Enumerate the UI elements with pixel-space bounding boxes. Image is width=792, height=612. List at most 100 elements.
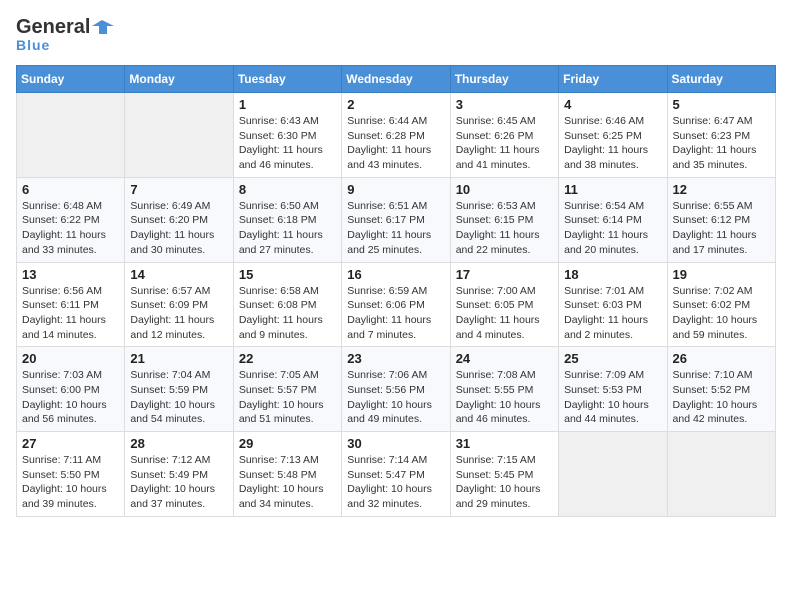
- sunrise-label: Sunrise: 6:54 AM: [564, 200, 644, 212]
- daylight-label: Daylight: 10 hours and 59 minutes.: [673, 314, 758, 341]
- day-number: 27: [22, 436, 119, 451]
- sunset-label: Sunset: 5:59 PM: [130, 384, 208, 396]
- day-number: 14: [130, 267, 227, 282]
- sunset-label: Sunset: 6:15 PM: [456, 214, 534, 226]
- calendar-cell: 12 Sunrise: 6:55 AM Sunset: 6:12 PM Dayl…: [667, 177, 775, 262]
- day-info: Sunrise: 6:54 AM Sunset: 6:14 PM Dayligh…: [564, 199, 661, 258]
- calendar-cell: [559, 432, 667, 517]
- calendar-cell: 13 Sunrise: 6:56 AM Sunset: 6:11 PM Dayl…: [17, 262, 125, 347]
- daylight-label: Daylight: 11 hours and 25 minutes.: [347, 229, 431, 256]
- day-number: 30: [347, 436, 444, 451]
- sunrise-label: Sunrise: 6:57 AM: [130, 285, 210, 297]
- day-number: 12: [673, 182, 770, 197]
- day-info: Sunrise: 7:09 AM Sunset: 5:53 PM Dayligh…: [564, 368, 661, 427]
- sunset-label: Sunset: 6:14 PM: [564, 214, 642, 226]
- day-number: 11: [564, 182, 661, 197]
- calendar-cell: 21 Sunrise: 7:04 AM Sunset: 5:59 PM Dayl…: [125, 347, 233, 432]
- sunrise-label: Sunrise: 7:04 AM: [130, 369, 210, 381]
- sunset-label: Sunset: 6:06 PM: [347, 299, 425, 311]
- day-number: 20: [22, 351, 119, 366]
- sunset-label: Sunset: 6:23 PM: [673, 130, 751, 142]
- sunrise-label: Sunrise: 7:10 AM: [673, 369, 753, 381]
- day-number: 26: [673, 351, 770, 366]
- daylight-label: Daylight: 11 hours and 9 minutes.: [239, 314, 323, 341]
- calendar-cell: 4 Sunrise: 6:46 AM Sunset: 6:25 PM Dayli…: [559, 93, 667, 178]
- daylight-label: Daylight: 10 hours and 39 minutes.: [22, 483, 107, 510]
- day-number: 18: [564, 267, 661, 282]
- calendar-cell: 25 Sunrise: 7:09 AM Sunset: 5:53 PM Dayl…: [559, 347, 667, 432]
- sunset-label: Sunset: 5:48 PM: [239, 469, 317, 481]
- calendar-cell: 19 Sunrise: 7:02 AM Sunset: 6:02 PM Dayl…: [667, 262, 775, 347]
- daylight-label: Daylight: 10 hours and 54 minutes.: [130, 399, 215, 426]
- day-info: Sunrise: 7:10 AM Sunset: 5:52 PM Dayligh…: [673, 368, 770, 427]
- calendar-cell: [125, 93, 233, 178]
- calendar-cell: 2 Sunrise: 6:44 AM Sunset: 6:28 PM Dayli…: [342, 93, 450, 178]
- day-number: 2: [347, 97, 444, 112]
- sunrise-label: Sunrise: 6:55 AM: [673, 200, 753, 212]
- sunrise-label: Sunrise: 7:01 AM: [564, 285, 644, 297]
- sunrise-label: Sunrise: 6:50 AM: [239, 200, 319, 212]
- logo: General Blue: [16, 16, 114, 53]
- sunset-label: Sunset: 6:08 PM: [239, 299, 317, 311]
- sunrise-label: Sunrise: 6:58 AM: [239, 285, 319, 297]
- sunset-label: Sunset: 6:18 PM: [239, 214, 317, 226]
- daylight-label: Daylight: 11 hours and 7 minutes.: [347, 314, 431, 341]
- calendar-cell: 18 Sunrise: 7:01 AM Sunset: 6:03 PM Dayl…: [559, 262, 667, 347]
- daylight-label: Daylight: 10 hours and 49 minutes.: [347, 399, 432, 426]
- day-number: 31: [456, 436, 553, 451]
- day-info: Sunrise: 6:49 AM Sunset: 6:20 PM Dayligh…: [130, 199, 227, 258]
- sunset-label: Sunset: 6:30 PM: [239, 130, 317, 142]
- sunrise-label: Sunrise: 7:03 AM: [22, 369, 102, 381]
- daylight-label: Daylight: 11 hours and 12 minutes.: [130, 314, 214, 341]
- daylight-label: Daylight: 10 hours and 46 minutes.: [456, 399, 541, 426]
- sunrise-label: Sunrise: 7:15 AM: [456, 454, 536, 466]
- logo-general-text: General: [16, 16, 90, 39]
- day-number: 28: [130, 436, 227, 451]
- daylight-label: Daylight: 11 hours and 33 minutes.: [22, 229, 106, 256]
- day-info: Sunrise: 6:51 AM Sunset: 6:17 PM Dayligh…: [347, 199, 444, 258]
- day-number: 5: [673, 97, 770, 112]
- calendar-cell: 26 Sunrise: 7:10 AM Sunset: 5:52 PM Dayl…: [667, 347, 775, 432]
- daylight-label: Daylight: 11 hours and 35 minutes.: [673, 144, 757, 171]
- weekday-header: Tuesday: [233, 66, 341, 93]
- daylight-label: Daylight: 11 hours and 14 minutes.: [22, 314, 106, 341]
- calendar-cell: 31 Sunrise: 7:15 AM Sunset: 5:45 PM Dayl…: [450, 432, 558, 517]
- page-header: General Blue: [16, 16, 776, 53]
- sunset-label: Sunset: 5:50 PM: [22, 469, 100, 481]
- day-number: 21: [130, 351, 227, 366]
- day-info: Sunrise: 7:11 AM Sunset: 5:50 PM Dayligh…: [22, 453, 119, 512]
- sunset-label: Sunset: 5:53 PM: [564, 384, 642, 396]
- day-number: 29: [239, 436, 336, 451]
- sunrise-label: Sunrise: 7:06 AM: [347, 369, 427, 381]
- day-number: 7: [130, 182, 227, 197]
- sunset-label: Sunset: 6:20 PM: [130, 214, 208, 226]
- calendar-cell: 27 Sunrise: 7:11 AM Sunset: 5:50 PM Dayl…: [17, 432, 125, 517]
- day-number: 24: [456, 351, 553, 366]
- sunset-label: Sunset: 6:28 PM: [347, 130, 425, 142]
- calendar-cell: 1 Sunrise: 6:43 AM Sunset: 6:30 PM Dayli…: [233, 93, 341, 178]
- weekday-header: Friday: [559, 66, 667, 93]
- sunset-label: Sunset: 6:22 PM: [22, 214, 100, 226]
- daylight-label: Daylight: 10 hours and 34 minutes.: [239, 483, 324, 510]
- day-number: 9: [347, 182, 444, 197]
- calendar-cell: 11 Sunrise: 6:54 AM Sunset: 6:14 PM Dayl…: [559, 177, 667, 262]
- sunset-label: Sunset: 6:02 PM: [673, 299, 751, 311]
- sunrise-label: Sunrise: 6:51 AM: [347, 200, 427, 212]
- sunrise-label: Sunrise: 6:46 AM: [564, 115, 644, 127]
- sunset-label: Sunset: 6:09 PM: [130, 299, 208, 311]
- day-number: 23: [347, 351, 444, 366]
- sunrise-label: Sunrise: 7:05 AM: [239, 369, 319, 381]
- calendar-cell: 8 Sunrise: 6:50 AM Sunset: 6:18 PM Dayli…: [233, 177, 341, 262]
- calendar-week-row: 20 Sunrise: 7:03 AM Sunset: 6:00 PM Dayl…: [17, 347, 776, 432]
- calendar-cell: 29 Sunrise: 7:13 AM Sunset: 5:48 PM Dayl…: [233, 432, 341, 517]
- sunset-label: Sunset: 6:00 PM: [22, 384, 100, 396]
- day-number: 4: [564, 97, 661, 112]
- daylight-label: Daylight: 11 hours and 2 minutes.: [564, 314, 648, 341]
- day-info: Sunrise: 7:15 AM Sunset: 5:45 PM Dayligh…: [456, 453, 553, 512]
- calendar-cell: 23 Sunrise: 7:06 AM Sunset: 5:56 PM Dayl…: [342, 347, 450, 432]
- sunrise-label: Sunrise: 6:59 AM: [347, 285, 427, 297]
- sunrise-label: Sunrise: 6:47 AM: [673, 115, 753, 127]
- day-info: Sunrise: 7:01 AM Sunset: 6:03 PM Dayligh…: [564, 284, 661, 343]
- calendar-cell: [667, 432, 775, 517]
- sunset-label: Sunset: 6:05 PM: [456, 299, 534, 311]
